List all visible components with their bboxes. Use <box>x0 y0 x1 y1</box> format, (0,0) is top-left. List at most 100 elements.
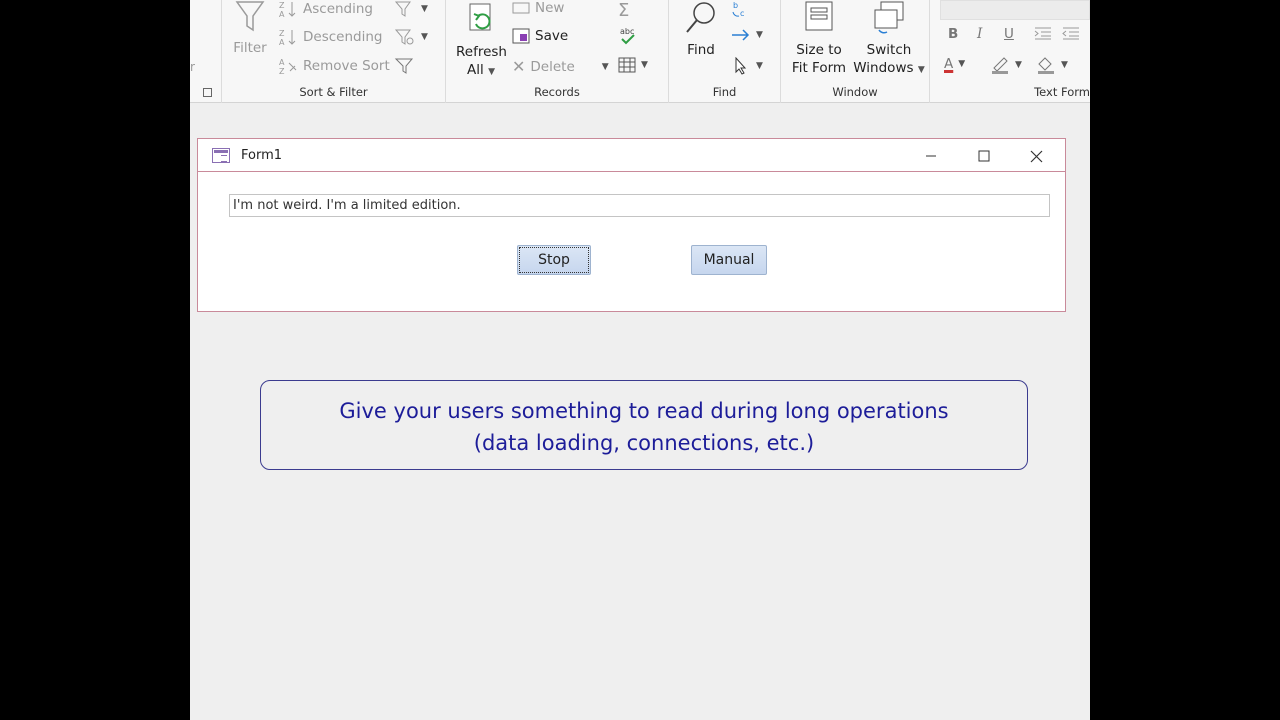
new-record-button[interactable]: New <box>512 0 564 16</box>
refresh-all-button[interactable]: Refresh All ▼ <box>456 2 507 81</box>
italic-label: I <box>977 26 983 42</box>
chevron-down-icon: ▼ <box>1015 60 1022 70</box>
chevron-down-icon: ▼ <box>641 60 648 70</box>
size-to-fit-icon <box>805 1 833 31</box>
switch-windows-icon <box>874 1 904 34</box>
highlighter-pen-icon <box>992 57 1008 74</box>
replace-button[interactable]: bc <box>731 0 751 18</box>
chevron-down-icon: ▼ <box>756 30 763 40</box>
underline-label: U <box>1004 26 1014 42</box>
chevron-down-icon: ▼ <box>756 61 763 71</box>
sigma-icon: Σ <box>618 0 630 21</box>
ascending-label: Ascending <box>303 1 373 17</box>
selection-button[interactable]: ▼ <box>394 0 428 18</box>
chevron-down-icon: ▼ <box>421 4 428 14</box>
svg-text:abc: abc <box>620 27 634 36</box>
arrow-right-icon <box>732 29 750 41</box>
highlight-button[interactable]: ▼ <box>990 56 1022 74</box>
filter-button[interactable]: Filter <box>230 0 270 57</box>
replace-icon: bc <box>732 1 744 18</box>
records-group: Refresh All ▼ New Save ✕ Delete ▼ Σ abc <box>446 0 669 103</box>
chevron-down-icon: ▼ <box>917 65 925 75</box>
new-label: New <box>535 0 565 16</box>
bold-button[interactable]: B <box>948 26 958 42</box>
descending-button[interactable]: ZA Descending <box>278 28 382 46</box>
spelling-check-icon: abc <box>620 27 635 45</box>
font-color-button[interactable]: A ▼ <box>944 56 965 72</box>
refresh-label-line2-wrap: All ▼ <box>456 61 506 81</box>
magnifier-icon <box>686 2 715 33</box>
close-button[interactable] <box>1021 145 1051 167</box>
select-button[interactable]: ▼ <box>731 57 763 75</box>
find-group-label: Find <box>712 85 737 99</box>
svg-text:Z: Z <box>279 29 285 38</box>
grid-icon <box>618 57 636 73</box>
manual-label: Manual <box>703 252 755 268</box>
save-icon <box>512 28 530 44</box>
indent-icon <box>1034 27 1051 40</box>
font-color-icon: A <box>944 56 954 72</box>
maximize-button[interactable] <box>969 145 999 167</box>
svg-text:Z: Z <box>279 1 285 10</box>
increase-indent-button[interactable] <box>1034 26 1052 40</box>
funnel-icon <box>235 1 265 32</box>
caption-box: Give your users something to read during… <box>260 380 1028 470</box>
minimize-button[interactable] <box>916 145 946 167</box>
chevron-down-icon: ▼ <box>958 59 966 69</box>
fill-color-button[interactable]: ▼ <box>1036 56 1068 74</box>
delete-button[interactable]: ✕ Delete ▼ <box>512 57 609 76</box>
text-formatting-group-label: Text Form <box>1034 85 1090 99</box>
clipboard-group-partial: r <box>190 0 222 103</box>
manual-button[interactable]: Manual <box>691 245 767 275</box>
chevron-down-icon: ▼ <box>1061 60 1068 70</box>
decrease-indent-button[interactable] <box>1062 26 1080 40</box>
size-to-label-line2: Fit Form <box>791 60 847 76</box>
find-button[interactable]: Find <box>679 0 723 59</box>
italic-button[interactable]: I <box>977 26 982 42</box>
svg-text:Z: Z <box>279 67 285 75</box>
chevron-down-icon: ▼ <box>421 32 428 42</box>
chevron-down-icon: ▼ <box>601 61 609 72</box>
toggle-filter-button[interactable] <box>394 57 416 75</box>
form-window: Form1 I'm not weird. I'm a limited editi… <box>197 138 1066 312</box>
delete-x-icon: ✕ <box>512 57 526 76</box>
svg-text:A: A <box>279 58 285 67</box>
font-name-box[interactable] <box>940 0 1090 20</box>
save-button[interactable]: Save <box>512 28 568 44</box>
ascending-button[interactable]: ZA Ascending <box>278 0 373 18</box>
remove-sort-button[interactable]: AZ Remove Sort <box>278 57 390 75</box>
svg-text:A: A <box>279 10 285 18</box>
switch-label-line2: Windows <box>853 60 914 76</box>
form-icon <box>212 148 230 163</box>
descending-label: Descending <box>303 29 383 45</box>
group-launcher-icon[interactable] <box>203 88 212 97</box>
spelling-button[interactable]: abc <box>618 26 638 46</box>
svg-text:b: b <box>733 1 738 10</box>
advanced-button[interactable]: ▼ <box>394 28 428 46</box>
more-records-button[interactable]: ▼ <box>618 57 648 73</box>
size-to-fit-form-button[interactable]: Size to Fit Form <box>787 0 851 77</box>
remove-sort-icon: AZ <box>279 58 297 75</box>
new-record-icon <box>512 2 530 14</box>
totals-button[interactable]: Σ <box>618 0 629 21</box>
maximize-icon <box>978 150 990 162</box>
switch-windows-button[interactable]: Switch Windows ▼ <box>851 0 927 79</box>
sort-ascending-icon: ZA <box>279 1 296 18</box>
go-to-button[interactable]: ▼ <box>731 28 763 42</box>
partial-label: r <box>190 60 195 74</box>
refresh-label-line2: All <box>467 62 484 78</box>
stop-button[interactable]: Stop <box>517 245 591 275</box>
find-label: Find <box>687 42 715 58</box>
filter-label: Filter <box>233 40 267 56</box>
underline-button[interactable]: U <box>1004 26 1014 42</box>
caption-line2: (data loading, connections, etc.) <box>473 431 815 455</box>
cursor-arrow-icon <box>735 57 747 75</box>
message-textbox[interactable]: I'm not weird. I'm a limited edition. <box>229 194 1050 217</box>
bold-label: B <box>948 26 959 42</box>
save-label: Save <box>535 28 569 44</box>
form-titlebar[interactable]: Form1 <box>198 139 1065 172</box>
refresh-label-line1: Refresh <box>456 44 507 60</box>
sort-filter-group: Filter ZA Ascending ZA Descending AZ Rem… <box>222 0 446 103</box>
refresh-icon <box>469 3 491 31</box>
window-group: Size to Fit Form Switch Windows ▼ Window <box>781 0 930 103</box>
